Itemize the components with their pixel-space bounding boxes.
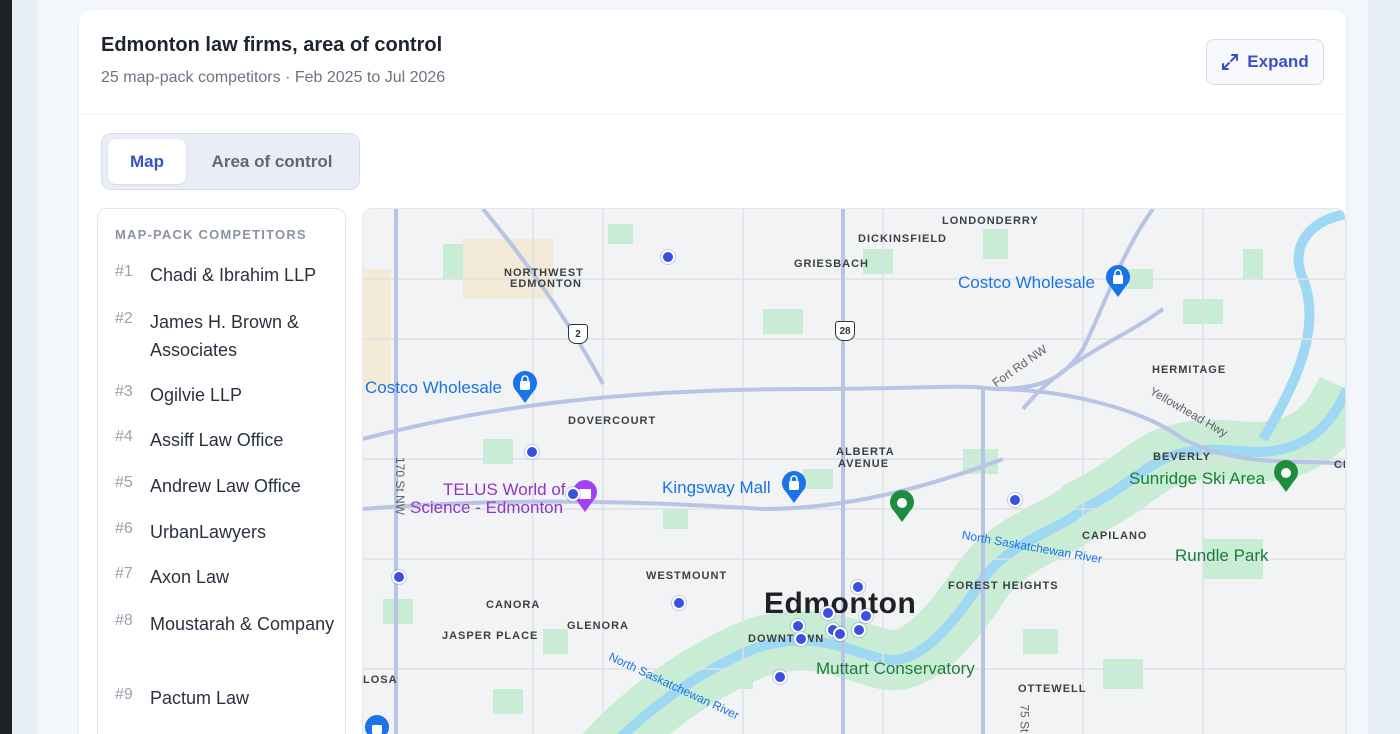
road-label-75-st: 75 St NW xyxy=(1017,704,1032,734)
competitor-name: Axon Law xyxy=(150,567,230,587)
competitor-location-dot[interactable] xyxy=(852,623,866,637)
competitor-location-dot[interactable] xyxy=(773,670,787,684)
map-label-glenora: GLENORA xyxy=(567,620,629,632)
tab-area-of-control[interactable]: Area of control xyxy=(202,139,342,184)
competitor-location-dot[interactable] xyxy=(661,250,675,264)
card-title: Edmonton law firms, area of control xyxy=(101,34,443,56)
poi-label-muttart: Muttart Conservatory xyxy=(816,659,975,678)
competitor-item[interactable]: #9 Pactum Law xyxy=(115,684,335,712)
map-label-ottewell: OTTEWELL xyxy=(1018,683,1087,695)
view-tabs: Map Area of control xyxy=(101,133,360,190)
competitor-name: Andrew Law Office xyxy=(150,476,301,496)
competitor-location-dot[interactable] xyxy=(672,596,686,610)
competitor-list-panel: MAP-PACK COMPETITORS #1 Chadi & Ibrahim … xyxy=(97,208,346,734)
poi-label-telus-1: TELUS World of xyxy=(443,480,566,499)
map-label-losa: LOSA xyxy=(363,674,398,686)
poi-label-rundle: Rundle Park xyxy=(1175,546,1269,565)
ski-area-icon[interactable] xyxy=(1272,459,1300,493)
competitor-location-dot[interactable] xyxy=(833,627,847,641)
expand-button[interactable]: Expand xyxy=(1206,39,1324,85)
competitor-item[interactable]: #7 Axon Law xyxy=(115,563,335,591)
competitor-item[interactable]: #1 Chadi & Ibrahim LLP xyxy=(115,261,335,289)
poi-label-sunridge: Sunridge Ski Area xyxy=(1129,469,1266,488)
competitor-name: James H. Brown & Associates xyxy=(150,312,300,360)
competitor-rank: #3 xyxy=(115,383,133,400)
competitor-location-dot[interactable] xyxy=(525,445,539,459)
map-label-ci: CI xyxy=(1334,459,1346,471)
map-label-hermitage: HERMITAGE xyxy=(1152,364,1227,376)
competitor-location-dot[interactable] xyxy=(794,632,808,646)
poi-label-telus-2: Science - Edmonton xyxy=(410,498,564,517)
competitor-rank: #4 xyxy=(115,428,133,445)
competitor-name: Moustarah & Company xyxy=(150,614,335,634)
competitor-rank: #2 xyxy=(115,310,133,327)
competitor-rank: #1 xyxy=(115,263,133,280)
map-label-beverly: BEVERLY xyxy=(1153,451,1211,463)
map-city-label: Edmonton xyxy=(764,587,917,620)
park-icon[interactable] xyxy=(888,489,916,523)
competitor-location-dot[interactable] xyxy=(821,606,835,620)
map-label-canora: CANORA xyxy=(486,599,541,611)
competitor-name: Pactum Law xyxy=(150,688,250,708)
map-label-edmonton-nw: EDMONTON xyxy=(510,278,582,290)
competitor-location-dot[interactable] xyxy=(566,487,580,501)
expand-label: Expand xyxy=(1247,52,1309,71)
map-label-avenue: AVENUE xyxy=(838,458,890,470)
competitor-location-dot[interactable] xyxy=(392,570,406,584)
card-header: Edmonton law firms, area of control 25 m… xyxy=(79,10,1346,115)
competitor-location-dot[interactable] xyxy=(851,580,865,594)
area-of-control-card: Edmonton law firms, area of control 25 m… xyxy=(79,10,1346,734)
competitor-map[interactable]: 2 28 LONDONDERRY DICKINSFIELD GRIESBACH … xyxy=(362,208,1346,734)
competitor-item[interactable]: #2 James H. Brown & Associates xyxy=(115,308,335,364)
competitor-rank: #7 xyxy=(115,565,133,582)
shopping-bag-icon[interactable] xyxy=(511,370,539,404)
expand-icon xyxy=(1222,54,1239,70)
competitor-name: UrbanLawyers xyxy=(150,522,267,542)
map-label-griesbach: GRIESBACH xyxy=(794,258,870,270)
road-label-170-st: 170 St NW xyxy=(393,456,408,516)
map-label-londonderry: LONDONDERRY xyxy=(942,215,1039,227)
competitor-rank: #5 xyxy=(115,474,133,491)
poi-label-costco-w: Costco Wholesale xyxy=(365,378,503,397)
map-label-downtown: DOWNTOWN xyxy=(748,633,825,645)
shopping-bag-icon[interactable] xyxy=(1104,264,1132,298)
competitor-name: Ogilvie LLP xyxy=(150,385,243,405)
map-label-alberta: ALBERTA xyxy=(836,446,895,458)
competitor-item[interactable]: #8 Moustarah & Company xyxy=(115,610,335,638)
competitor-list-heading: MAP-PACK COMPETITORS xyxy=(115,227,307,242)
map-label-capilano: CAPILANO xyxy=(1082,530,1148,542)
competitor-item[interactable]: #3 Ogilvie LLP xyxy=(115,381,335,409)
competitor-rank: #6 xyxy=(115,520,133,537)
poi-label-costco-ne: Costco Wholesale xyxy=(958,273,1096,292)
map-label-forest-heights: FOREST HEIGHTS xyxy=(948,580,1059,592)
highway-shield-28: 28 xyxy=(835,321,855,341)
map-label-westmount: WESTMOUNT xyxy=(646,570,728,582)
card-subtitle: 25 map-pack competitors · Feb 2025 to Ju… xyxy=(101,69,446,86)
competitor-item[interactable]: #5 Andrew Law Office xyxy=(115,472,335,500)
competitor-name: Chadi & Ibrahim LLP xyxy=(150,265,317,285)
shopping-bag-icon[interactable] xyxy=(363,714,391,734)
competitor-item[interactable]: #6 UrbanLawyers xyxy=(115,518,335,546)
competitor-name: Assiff Law Office xyxy=(150,430,284,450)
poi-label-kingsway: Kingsway Mall xyxy=(662,478,771,497)
competitor-location-dot[interactable] xyxy=(859,609,873,623)
map-label-jasper-place: JASPER PLACE xyxy=(442,630,539,642)
shopping-bag-icon[interactable] xyxy=(780,470,808,504)
tab-map[interactable]: Map xyxy=(108,139,186,184)
highway-shield-2: 2 xyxy=(568,324,588,344)
competitor-rank: #9 xyxy=(115,686,133,703)
competitor-item[interactable]: #4 Assiff Law Office xyxy=(115,426,335,454)
competitor-location-dot[interactable] xyxy=(791,619,805,633)
competitor-location-dot[interactable] xyxy=(1008,493,1022,507)
competitor-rank: #8 xyxy=(115,612,133,629)
window-edge xyxy=(0,0,12,734)
map-label-dickinsfield: DICKINSFIELD xyxy=(858,233,947,245)
map-label-dovercourt: DOVERCOURT xyxy=(568,415,657,427)
